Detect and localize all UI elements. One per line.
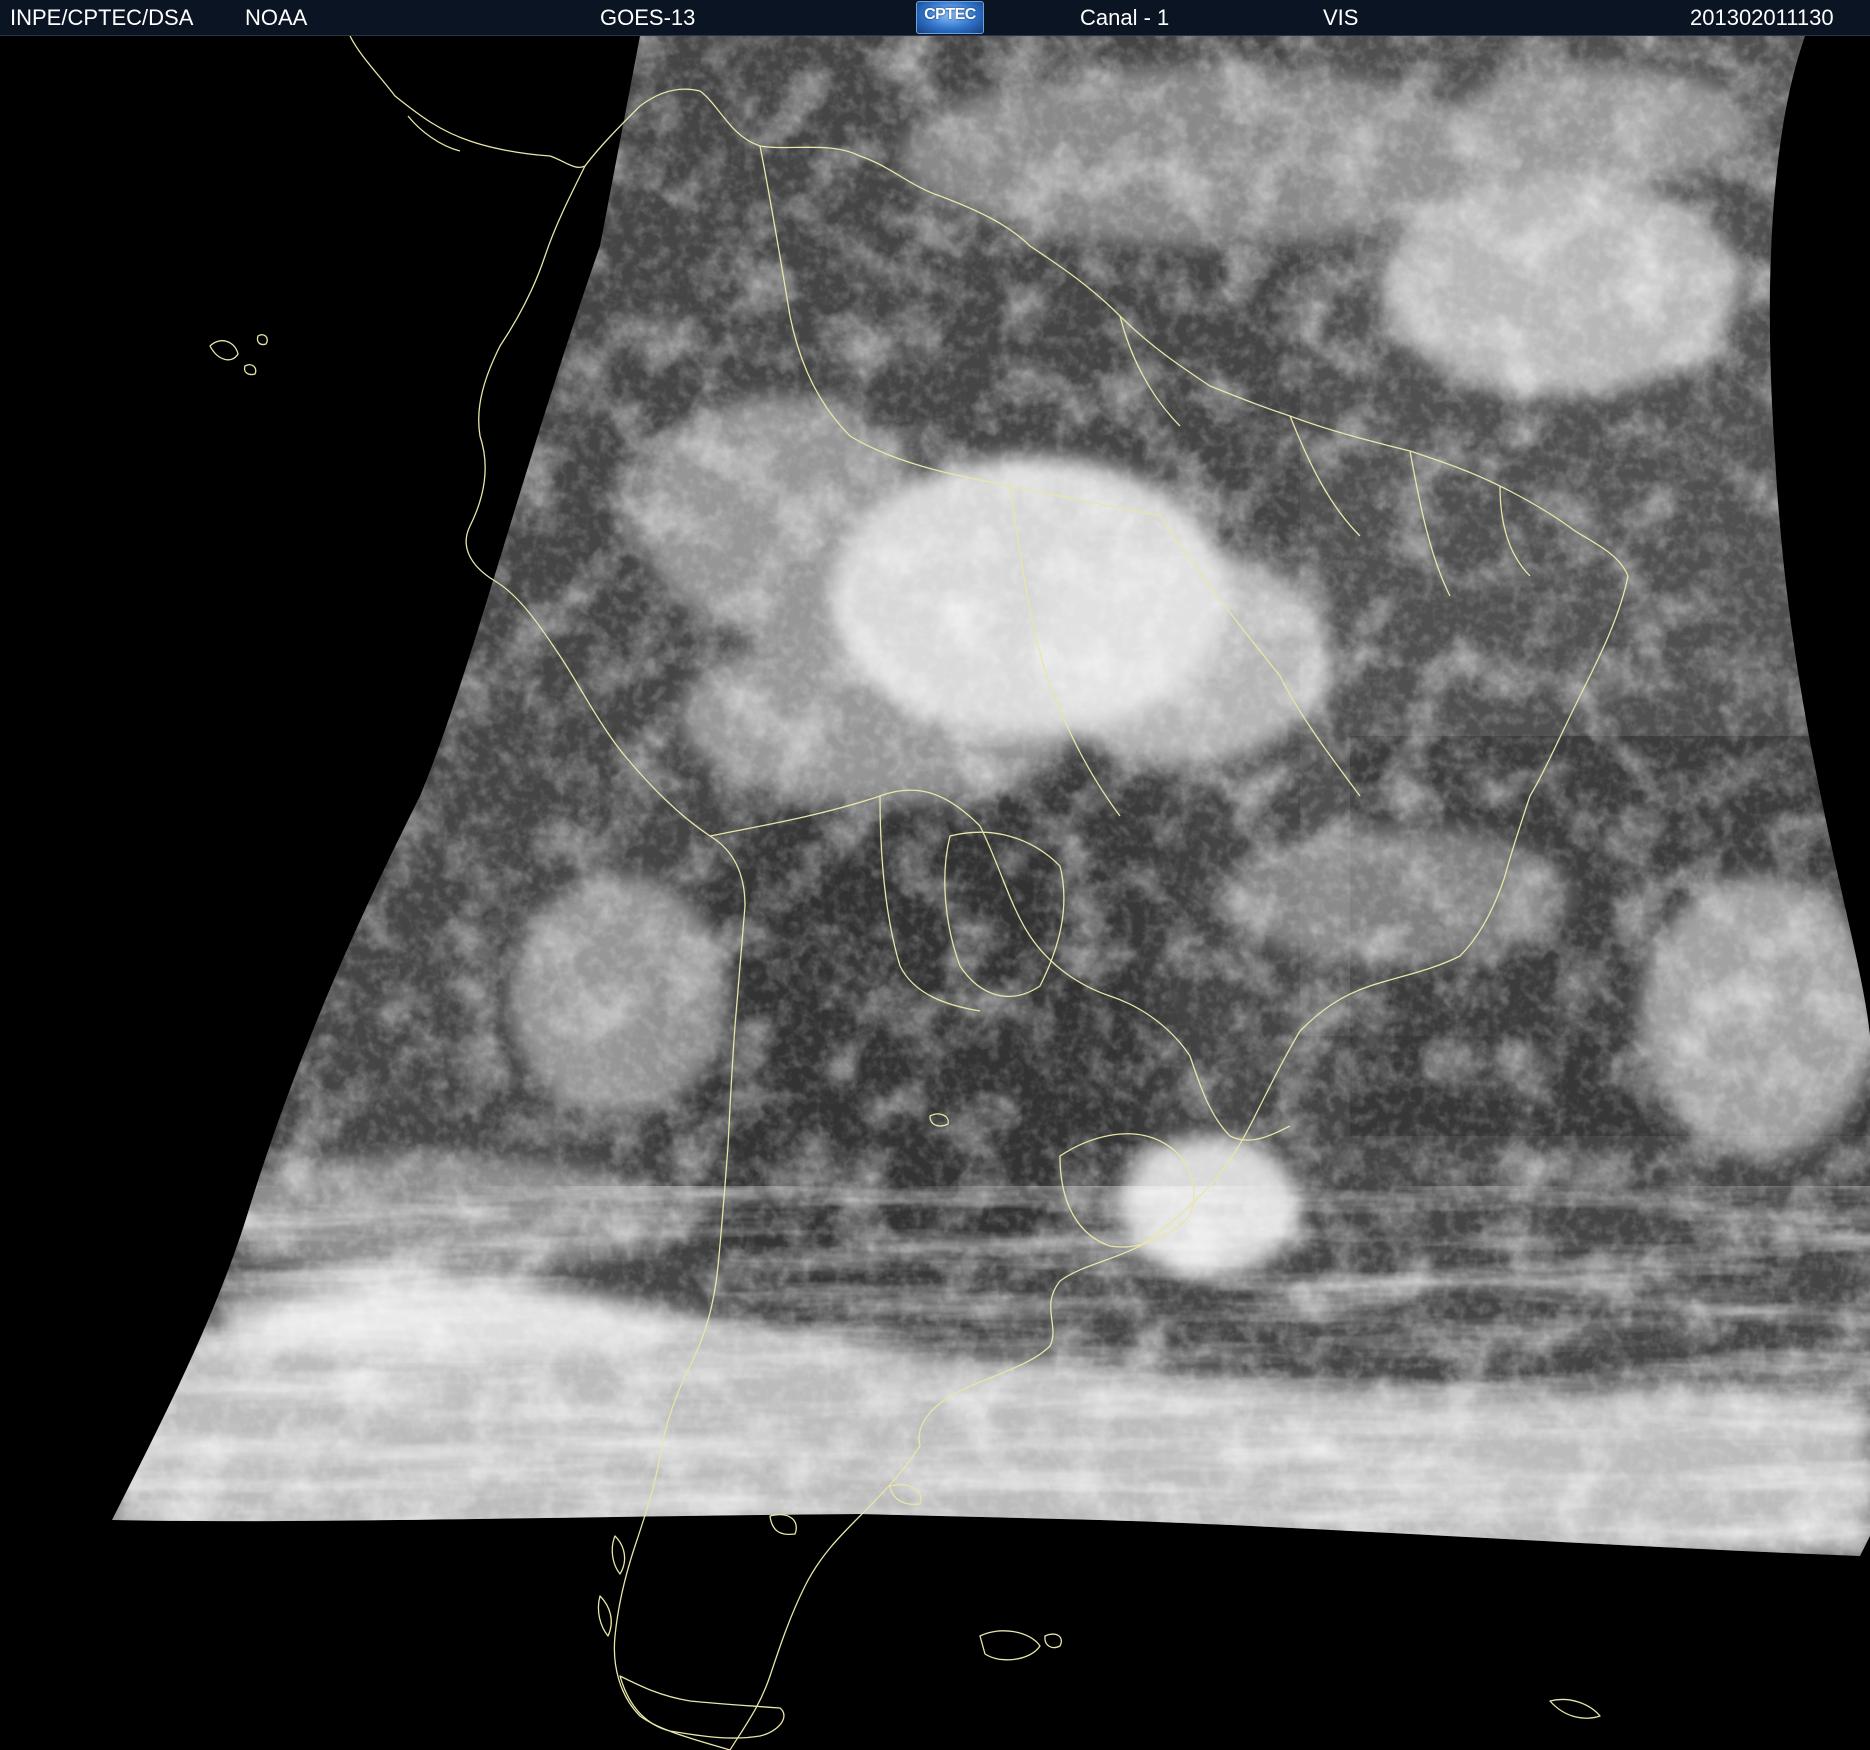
satellite-visible-imagery [0, 36, 1870, 1750]
timestamp-label: 201302011130 [1690, 5, 1834, 30]
source-label: NOAA [245, 5, 308, 30]
satellite-image-viewer: INPE/CPTEC/DSA NOAA GOES-13 CPTEC Canal … [0, 0, 1870, 1750]
channel-label: Canal - 1 [1080, 5, 1170, 30]
cptec-logo: CPTEC [916, 1, 984, 34]
image-header-bar: INPE/CPTEC/DSA NOAA GOES-13 CPTEC Canal … [0, 0, 1870, 36]
agency-label: INPE/CPTEC/DSA [10, 5, 194, 30]
band-label: VIS [1323, 5, 1359, 30]
satellite-label: GOES-13 [600, 5, 696, 30]
cptec-logo-text: CPTEC [924, 6, 976, 23]
imaged-region [112, 36, 1870, 1556]
